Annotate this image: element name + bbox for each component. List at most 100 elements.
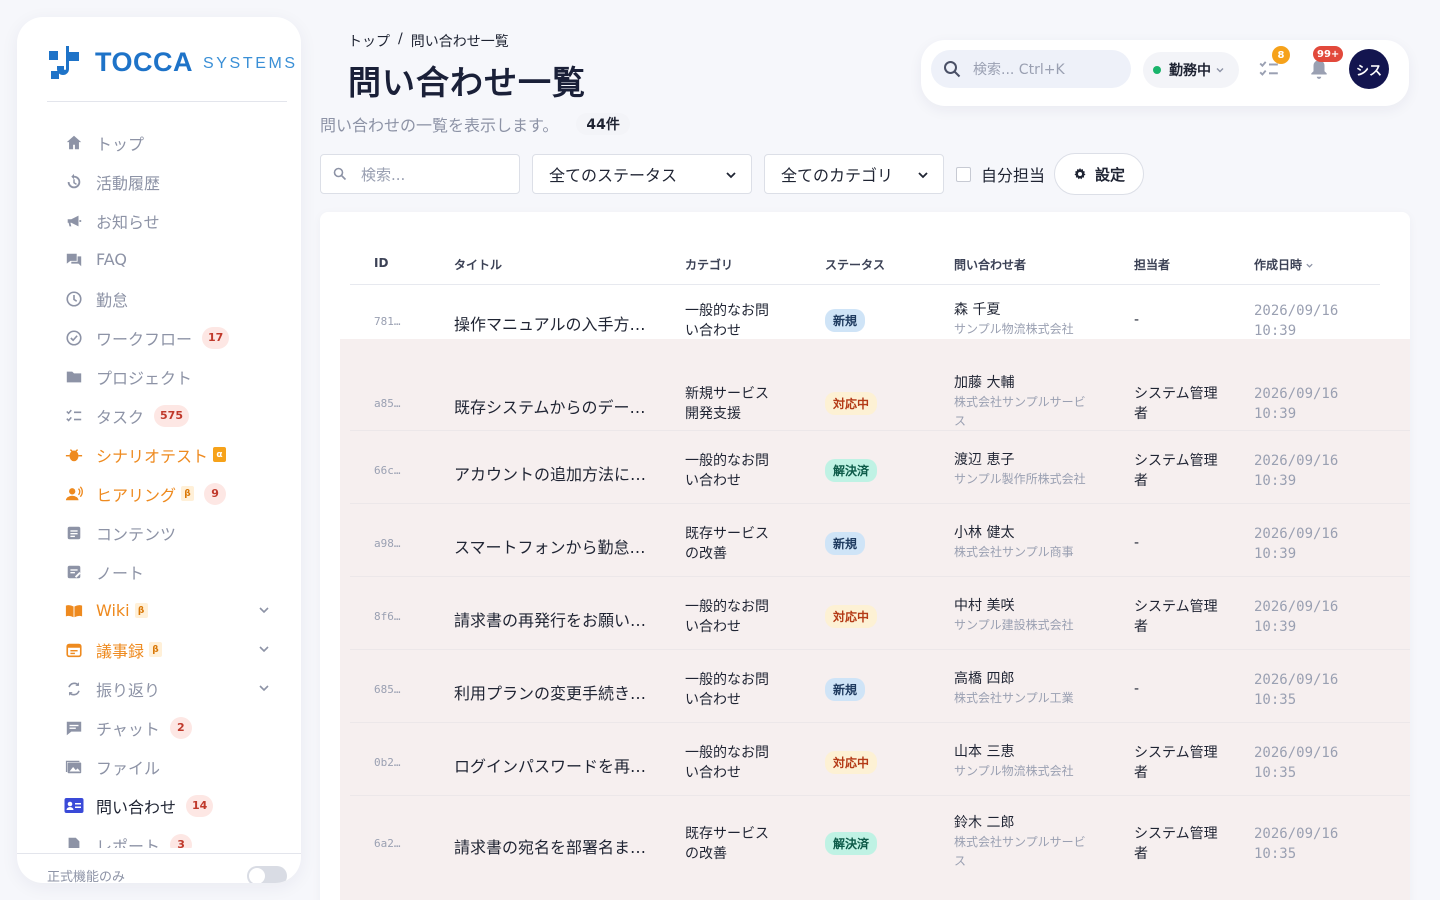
inquiry-search-input[interactable]: 検索... — [320, 154, 520, 194]
sidebar-item-files[interactable]: ファイル — [17, 747, 301, 786]
chevron-down-icon[interactable] — [257, 681, 271, 695]
mine-label: 自分担当 — [981, 166, 1046, 185]
row-id: 6a2… — [374, 837, 401, 850]
contact-card-icon — [64, 796, 84, 816]
sidebar-item-hearing[interactable]: ヒアリング β 9 — [17, 474, 301, 513]
sidebar-item-inquiries[interactable]: 問い合わせ 14 — [17, 786, 301, 825]
mine-filter[interactable]: 自分担当 — [956, 162, 1045, 186]
breadcrumb-home[interactable]: トップ — [348, 31, 390, 51]
row-title[interactable]: 既存システムからのデー… — [454, 394, 646, 418]
chevron-down-icon[interactable] — [257, 642, 271, 656]
row-created-date: 2026/09/16 — [1254, 303, 1339, 319]
table-row[interactable]: 6a2… 請求書の宛名を部署名ま… 既存サービスの改善 解決済 鈴木 二郎 株式会… — [340, 796, 1410, 900]
divider — [47, 101, 287, 102]
sidebar-item-report[interactable]: レポート 3 — [17, 825, 301, 848]
row-created-time: 10:35 — [1254, 765, 1297, 781]
sidebar-item-retrospective[interactable]: 振り返り — [17, 669, 301, 708]
row-category: 一般的なお問い合わせ — [685, 303, 769, 339]
notifications-button[interactable]: 99+ — [1308, 46, 1344, 80]
sidebar-item-news[interactable]: お知らせ — [17, 201, 301, 240]
page-title: 問い合わせ一覧 — [348, 63, 586, 102]
work-status-dropdown[interactable]: 勤務中 — [1143, 52, 1239, 88]
category-filter-value: 全てのカテゴリ — [781, 166, 894, 185]
chevron-down-icon — [726, 172, 736, 179]
tasks-button[interactable]: 8 — [1258, 46, 1290, 80]
row-created-time: 10:39 — [1254, 619, 1297, 635]
sidebar-item-wiki[interactable]: Wiki β — [17, 591, 301, 630]
sidebar-item-note[interactable]: ノート — [17, 552, 301, 591]
sidebar-item-label: シナリオテスト — [96, 446, 209, 466]
row-assignee: - — [1134, 681, 1140, 697]
sidebar-item-contents[interactable]: コンテンツ — [17, 513, 301, 552]
chevron-down-icon[interactable] — [257, 603, 271, 617]
sidebar-item-attendance[interactable]: 勤怠 — [17, 279, 301, 318]
sidebar-item-faq[interactable]: FAQ — [17, 240, 301, 279]
settings-button[interactable]: 設定 — [1054, 153, 1144, 195]
sidebar-item-label: チャット — [96, 719, 160, 739]
status-badge: 解決済 — [825, 459, 878, 482]
table-row[interactable]: 8f6… 請求書の再発行をお願い… 一般的なお問い合わせ 対応中 中村 美咲 サン… — [340, 577, 1410, 650]
column-header-requester[interactable]: 問い合わせ者 — [954, 256, 1026, 273]
sidebar: TOCCA SYSTEMS トップ 活動履歴 お知らせ FAQ 勤怠 ワークフロ… — [17, 17, 301, 883]
column-header-id[interactable]: ID — [374, 256, 388, 270]
checklist-icon — [64, 406, 84, 426]
row-title[interactable]: 操作マニュアルの入手方… — [454, 311, 646, 335]
row-title[interactable]: アカウントの追加方法に… — [454, 461, 646, 485]
article-icon — [64, 523, 84, 543]
requester-name: 中村 美咲 — [954, 598, 1015, 614]
column-header-title[interactable]: タイトル — [454, 256, 502, 273]
sidebar-item-task[interactable]: タスク 575 — [17, 396, 301, 435]
brand-logo[interactable]: TOCCA SYSTEMS — [47, 42, 298, 82]
gear-icon — [1074, 168, 1086, 180]
row-assignee: システム管理者 — [1134, 386, 1218, 422]
column-header-status[interactable]: ステータス — [825, 256, 885, 273]
count-badge: 2 — [169, 716, 192, 739]
status-badge: 対応中 — [825, 392, 878, 415]
official-only-toggle[interactable] — [247, 866, 287, 883]
inquiry-table: ID タイトル カテゴリ ステータス 問い合わせ者 担当者 作成日時 781… … — [320, 212, 1410, 900]
tocca-logo-icon — [49, 46, 79, 79]
sidebar-item-top[interactable]: トップ — [17, 123, 301, 162]
row-title[interactable]: 請求書の再発行をお願い… — [454, 607, 646, 631]
status-badge: 新規 — [825, 309, 866, 332]
requester-name: 渡辺 恵子 — [954, 452, 1015, 468]
sidebar-item-history[interactable]: 活動履歴 — [17, 162, 301, 201]
mine-checkbox[interactable] — [956, 166, 971, 182]
column-header-created-label: 作成日時 — [1254, 258, 1303, 272]
sidebar-item-workflow[interactable]: ワークフロー 17 — [17, 318, 301, 357]
column-header-category[interactable]: カテゴリ — [685, 256, 733, 273]
sidebar-item-chat[interactable]: チャット 2 — [17, 708, 301, 747]
table-row[interactable]: 685… 利用プランの変更手続き… 一般的なお問い合わせ 新規 高橋 四郎 株式会… — [340, 650, 1410, 723]
row-title[interactable]: 利用プランの変更手続き… — [454, 680, 646, 704]
table-row[interactable]: 66c… アカウントの追加方法に… 一般的なお問い合わせ 解決済 渡辺 恵子 サン… — [340, 431, 1410, 504]
status-filter-select[interactable]: 全てのステータス — [532, 154, 752, 194]
global-search-input[interactable]: 検索... Ctrl+K — [931, 50, 1131, 88]
folder-icon — [64, 367, 84, 387]
row-assignee: - — [1134, 312, 1140, 328]
table-row[interactable]: a85… 既存システムからのデー… 新規サービス開発支援 対応中 加藤 大輔 株式… — [340, 339, 1410, 431]
row-title[interactable]: ログインパスワードを再… — [454, 753, 646, 777]
status-badge: 新規 — [825, 532, 866, 555]
row-id: 8f6… — [374, 610, 401, 623]
sidebar-item-minutes[interactable]: 議事録 β — [17, 630, 301, 669]
row-title[interactable]: 請求書の宛名を部署名ま… — [454, 834, 646, 858]
sidebar-item-scenario-test[interactable]: シナリオテスト α — [17, 435, 301, 474]
row-id: a85… — [374, 397, 401, 410]
home-icon — [64, 133, 84, 153]
row-id: 66c… — [374, 464, 401, 477]
user-avatar[interactable]: シス — [1349, 49, 1389, 89]
status-badge: 解決済 — [825, 832, 878, 855]
sidebar-item-project[interactable]: プロジェクト — [17, 357, 301, 396]
count-badge: 3 — [170, 833, 193, 848]
category-filter-select[interactable]: 全てのカテゴリ — [764, 154, 944, 194]
row-assignee: - — [1134, 535, 1140, 551]
column-header-created[interactable]: 作成日時 — [1254, 256, 1314, 273]
table-row[interactable]: 0b2… ログインパスワードを再… 一般的なお問い合わせ 対応中 山本 三恵 サン… — [340, 723, 1410, 796]
column-header-assignee[interactable]: 担当者 — [1134, 256, 1170, 273]
requester-name: 山本 三恵 — [954, 744, 1015, 760]
row-title[interactable]: スマートフォンから勤怠… — [454, 534, 646, 558]
sidebar-item-label: コンテンツ — [96, 524, 177, 544]
clock-icon — [64, 289, 84, 309]
table-row[interactable]: a98… スマートフォンから勤怠… 既存サービスの改善 新規 小林 健太 株式会社… — [340, 504, 1410, 577]
table-row[interactable]: 781… 操作マニュアルの入手方… 一般的なお問い合わせ 新規 森 千夏 サンプル… — [340, 285, 1410, 339]
